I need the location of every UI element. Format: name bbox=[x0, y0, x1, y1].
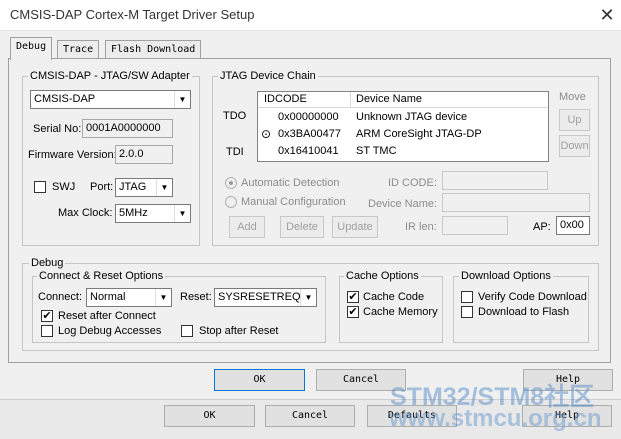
port-label: Port: bbox=[90, 181, 114, 193]
row-idcode: 0x16410041 bbox=[278, 145, 339, 157]
ir-len-field[interactable] bbox=[442, 216, 508, 235]
row-device: ST TMC bbox=[356, 145, 397, 157]
cache-memory-checkbox[interactable]: ✔ bbox=[347, 306, 359, 318]
list-header: IDCODE Device Name bbox=[258, 92, 548, 108]
tab-flash-download[interactable]: Flash Download bbox=[105, 40, 202, 60]
column-divider bbox=[350, 92, 351, 108]
ap-label: AP: bbox=[533, 221, 551, 233]
move-label: Move bbox=[559, 91, 586, 103]
selected-device-icon: ⊙ bbox=[261, 127, 272, 141]
chevron-down-icon[interactable]: ▼ bbox=[300, 289, 316, 306]
move-down-button[interactable]: Down bbox=[559, 135, 590, 157]
adapter-select[interactable]: CMSIS-DAP ▼ bbox=[30, 90, 191, 109]
reset-after-connect-label: Reset after Connect bbox=[58, 310, 156, 322]
list-item[interactable]: ⊙ 0x3BA00477 ARM CoreSight JTAG-DP bbox=[258, 127, 548, 144]
auto-detect-radio[interactable] bbox=[225, 177, 237, 189]
tab-debug[interactable]: Debug bbox=[10, 37, 53, 60]
manual-config-label: Manual Configuration bbox=[241, 196, 346, 208]
reset-after-connect-checkbox[interactable]: ✔ bbox=[41, 310, 53, 322]
delete-button[interactable]: Delete bbox=[280, 216, 324, 238]
cache-options-title: Cache Options bbox=[344, 270, 421, 283]
id-code-label: ID CODE: bbox=[388, 177, 437, 189]
log-debug-label: Log Debug Accesses bbox=[58, 325, 162, 337]
chevron-down-icon[interactable]: ▼ bbox=[174, 205, 190, 222]
tdi-label: TDI bbox=[226, 146, 244, 158]
stop-after-reset-label: Stop after Reset bbox=[199, 325, 279, 337]
download-flash-checkbox[interactable] bbox=[461, 306, 473, 318]
verify-download-checkbox[interactable] bbox=[461, 291, 473, 303]
reset-select-value: SYSRESETREQ bbox=[218, 291, 301, 303]
connect-label: Connect: bbox=[38, 291, 83, 303]
column-device-name[interactable]: Device Name bbox=[356, 93, 422, 105]
row-idcode: 0x00000000 bbox=[278, 111, 339, 123]
firmware-label: Firmware Version: bbox=[28, 149, 117, 161]
connect-select-value: Normal bbox=[90, 291, 126, 303]
reset-label: Reset: bbox=[180, 291, 212, 303]
cache-memory-label: Cache Memory bbox=[363, 306, 438, 318]
max-clock-select[interactable]: 5MHz ▼ bbox=[115, 204, 191, 223]
ir-len-label: IR len: bbox=[405, 221, 437, 233]
max-clock-value: 5MHz bbox=[119, 207, 148, 219]
debug-group-title: Debug bbox=[29, 257, 66, 270]
adapter-select-value: CMSIS-DAP bbox=[34, 93, 96, 105]
chevron-down-icon[interactable]: ▼ bbox=[174, 91, 190, 108]
add-button[interactable]: Add bbox=[229, 216, 265, 238]
column-idcode[interactable]: IDCODE bbox=[264, 93, 307, 105]
port-select-value: JTAG bbox=[119, 181, 147, 193]
device-name-label: Device Name: bbox=[368, 198, 438, 210]
serial-label: Serial No: bbox=[33, 123, 82, 135]
title-bar: CMSIS-DAP Cortex-M Target Driver Setup ✕ bbox=[0, 0, 621, 31]
parent-cancel-button[interactable]: Cancel bbox=[265, 405, 355, 427]
connect-reset-title: Connect & Reset Options bbox=[37, 270, 166, 283]
row-device: Unknown JTAG device bbox=[356, 111, 468, 123]
download-options-title: Download Options bbox=[459, 270, 553, 283]
swj-label: SWJ bbox=[52, 181, 76, 193]
window-title: CMSIS-DAP Cortex-M Target Driver Setup bbox=[10, 7, 255, 22]
download-flash-label: Download to Flash bbox=[478, 306, 570, 318]
device-name-field[interactable] bbox=[442, 193, 590, 212]
stop-after-reset-checkbox[interactable] bbox=[181, 325, 193, 337]
chevron-down-icon[interactable]: ▼ bbox=[155, 289, 171, 306]
auto-detect-label: Automatic Detection bbox=[241, 177, 340, 189]
adapter-group-title: CMSIS-DAP - JTAG/SW Adapter bbox=[28, 70, 192, 83]
ap-field[interactable]: 0x00 bbox=[556, 216, 590, 235]
verify-download-label: Verify Code Download bbox=[478, 291, 587, 303]
port-select[interactable]: JTAG ▼ bbox=[115, 178, 173, 197]
jtag-device-list[interactable]: IDCODE Device Name 0x00000000 Unknown JT… bbox=[257, 91, 549, 162]
row-device: ARM CoreSight JTAG-DP bbox=[356, 128, 482, 140]
chevron-down-icon[interactable]: ▼ bbox=[156, 179, 172, 196]
watermark-line2: www.stmcu.org.cn bbox=[389, 405, 602, 432]
cache-code-checkbox[interactable]: ✔ bbox=[347, 291, 359, 303]
manual-config-radio[interactable] bbox=[225, 196, 237, 208]
jtag-chain-title: JTAG Device Chain bbox=[218, 70, 318, 83]
ok-button[interactable]: OK bbox=[214, 369, 305, 391]
serial-field: 0001A0000000 bbox=[82, 119, 173, 138]
tab-trace[interactable]: Trace bbox=[57, 40, 100, 60]
move-up-button[interactable]: Up bbox=[559, 109, 590, 131]
cache-code-label: Cache Code bbox=[363, 291, 425, 303]
update-button[interactable]: Update bbox=[332, 216, 378, 238]
max-clock-label: Max Clock: bbox=[58, 207, 113, 219]
connect-select[interactable]: Normal ▼ bbox=[86, 288, 172, 307]
close-icon[interactable]: ✕ bbox=[596, 4, 618, 26]
reset-select[interactable]: SYSRESETREQ ▼ bbox=[214, 288, 317, 307]
list-item[interactable]: 0x16410041 ST TMC bbox=[258, 145, 548, 161]
tdo-label: TDO bbox=[223, 110, 247, 122]
parent-ok-button[interactable]: OK bbox=[164, 405, 255, 427]
id-code-field[interactable] bbox=[442, 171, 548, 190]
log-debug-checkbox[interactable] bbox=[41, 325, 53, 337]
firmware-field: 2.0.0 bbox=[115, 145, 173, 164]
list-item[interactable]: 0x00000000 Unknown JTAG device bbox=[258, 111, 548, 127]
swj-checkbox[interactable] bbox=[34, 181, 46, 193]
row-idcode: 0x3BA00477 bbox=[278, 128, 341, 140]
